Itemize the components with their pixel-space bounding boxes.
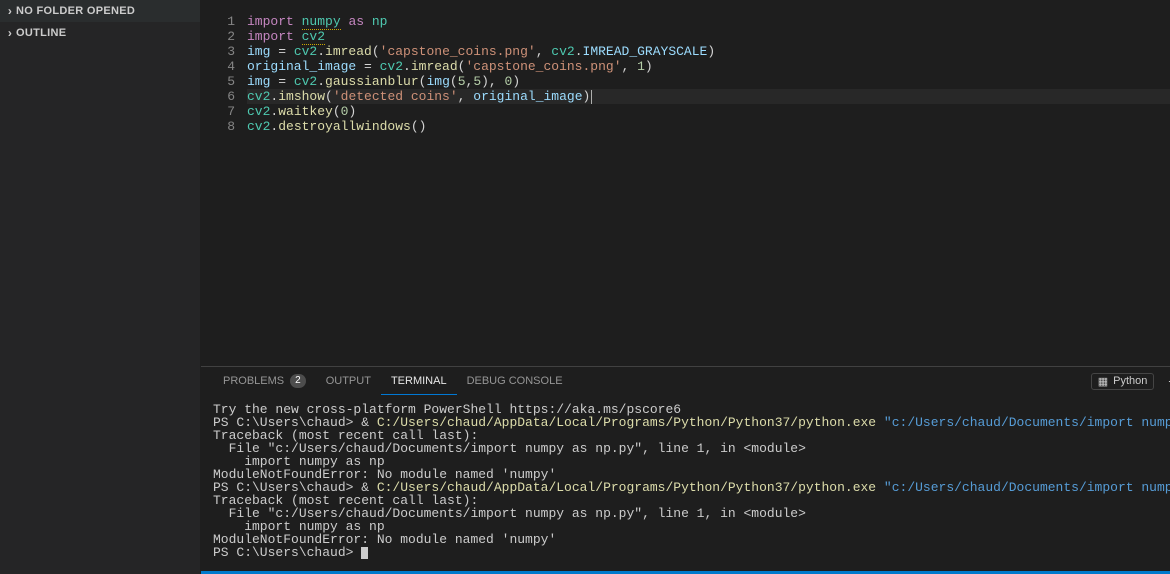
sidebar-section-no-folder[interactable]: › NO FOLDER OPENED bbox=[0, 0, 200, 22]
code-line[interactable]: import cv2 bbox=[247, 29, 1170, 44]
terminal-cursor bbox=[361, 547, 368, 559]
new-terminal-icon[interactable]: + bbox=[1164, 373, 1170, 389]
code-line[interactable]: img = cv2.gaussianblur(img(5,5), 0) bbox=[247, 74, 1170, 89]
sidebar: › NO FOLDER OPENED › OUTLINE bbox=[0, 0, 201, 574]
code-line[interactable]: cv2.destroyallwindows() bbox=[247, 119, 1170, 134]
sidebar-section-outline[interactable]: › OUTLINE bbox=[0, 22, 200, 44]
editor[interactable]: 12345678 import numpy as npimport cv2img… bbox=[201, 6, 1170, 366]
tab-terminal-label: TERMINAL bbox=[391, 375, 447, 387]
code-line[interactable]: cv2.waitkey(0) bbox=[247, 104, 1170, 119]
terminal-kind-selector[interactable]: ▦ Python bbox=[1091, 373, 1155, 390]
line-number: 7 bbox=[201, 104, 235, 119]
tab-terminal[interactable]: TERMINAL bbox=[381, 367, 457, 395]
bottom-panel: PROBLEMS 2 OUTPUT TERMINAL DEBUG CONSOLE… bbox=[201, 366, 1170, 571]
sidebar-no-folder-label: NO FOLDER OPENED bbox=[16, 5, 135, 17]
line-number: 6 bbox=[201, 89, 235, 104]
line-number: 3 bbox=[201, 44, 235, 59]
line-number: 4 bbox=[201, 59, 235, 74]
line-number: 1 bbox=[201, 14, 235, 29]
tab-output[interactable]: OUTPUT bbox=[316, 367, 381, 395]
tab-problems[interactable]: PROBLEMS 2 bbox=[213, 367, 316, 395]
line-number: 8 bbox=[201, 119, 235, 134]
panel-tabs: PROBLEMS 2 OUTPUT TERMINAL DEBUG CONSOLE… bbox=[201, 367, 1170, 395]
tab-debug-console[interactable]: DEBUG CONSOLE bbox=[457, 367, 573, 395]
terminal-output[interactable]: Try the new cross-platform PowerShell ht… bbox=[201, 395, 1170, 571]
code-line[interactable]: cv2.imshow('detected coins', original_im… bbox=[247, 89, 1170, 104]
tab-problems-label: PROBLEMS bbox=[223, 375, 284, 387]
tab-debug-label: DEBUG CONSOLE bbox=[467, 375, 563, 387]
code-area[interactable]: import numpy as npimport cv2img = cv2.im… bbox=[247, 6, 1170, 366]
line-number-gutter: 12345678 bbox=[201, 6, 247, 366]
terminal-line: PS C:\Users\chaud> bbox=[213, 546, 1170, 559]
code-line[interactable]: import numpy as np bbox=[247, 14, 1170, 29]
line-number: 2 bbox=[201, 29, 235, 44]
code-line[interactable]: original_image = cv2.imread('capstone_co… bbox=[247, 59, 1170, 74]
terminal-kind-label: Python bbox=[1113, 375, 1147, 387]
chevron-right-icon: › bbox=[4, 26, 16, 40]
problems-count-badge: 2 bbox=[290, 374, 306, 388]
tab-output-label: OUTPUT bbox=[326, 375, 371, 387]
text-cursor bbox=[591, 90, 592, 104]
python-icon: ▦ bbox=[1098, 375, 1108, 388]
sidebar-outline-label: OUTLINE bbox=[16, 27, 66, 39]
chevron-right-icon: › bbox=[4, 4, 16, 18]
code-line[interactable]: img = cv2.imread('capstone_coins.png', c… bbox=[247, 44, 1170, 59]
line-number: 5 bbox=[201, 74, 235, 89]
